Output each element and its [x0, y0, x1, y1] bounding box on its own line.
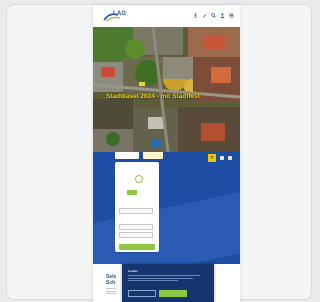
- toggle-icon[interactable]: [135, 175, 143, 183]
- hero-image: Stadtkasel 2024 - mit Stadtfest: [93, 27, 240, 152]
- accessibility-icon[interactable]: [193, 13, 198, 18]
- hero-title: Stadtkasel 2024 - mit Stadtfest: [106, 93, 200, 100]
- edit-icon[interactable]: [202, 13, 207, 18]
- form-input[interactable]: [119, 224, 153, 230]
- header-icons: [193, 13, 234, 18]
- form-input[interactable]: [119, 208, 153, 214]
- submit-button[interactable]: [119, 244, 155, 250]
- search-icon[interactable]: [211, 13, 216, 18]
- menu-icon[interactable]: [229, 13, 234, 18]
- section-title: Sele Sch: [106, 274, 117, 286]
- section-text-lines: [106, 288, 116, 298]
- tab-primary[interactable]: [115, 152, 139, 159]
- option-button[interactable]: [127, 190, 137, 195]
- pager-dot[interactable]: [228, 156, 232, 160]
- form-card: [115, 162, 159, 252]
- cookie-settings-button[interactable]: [128, 290, 156, 297]
- cookie-title: Cookies: [128, 270, 138, 273]
- form-input[interactable]: [119, 232, 153, 238]
- tab-secondary[interactable]: [143, 152, 163, 159]
- blue-feature-section: ×: [93, 152, 240, 264]
- logo-text: LAG: [113, 11, 127, 17]
- pager-dot[interactable]: [220, 156, 224, 160]
- cookie-buttons: [128, 290, 187, 297]
- cookie-accept-button[interactable]: [159, 290, 187, 297]
- aerial-town-photo: [93, 27, 240, 152]
- cookie-banner: Cookies: [122, 264, 214, 302]
- site-header: LAG: [93, 5, 240, 27]
- mobile-page-preview[interactable]: LAG Stadtkasel 2024 - mit Stadtfest × Se…: [93, 5, 240, 302]
- form-tabs: [115, 152, 163, 159]
- section-controls: ×: [208, 154, 232, 162]
- cookie-text-lines: [128, 275, 200, 283]
- user-icon[interactable]: [220, 13, 225, 18]
- close-button[interactable]: ×: [208, 154, 216, 162]
